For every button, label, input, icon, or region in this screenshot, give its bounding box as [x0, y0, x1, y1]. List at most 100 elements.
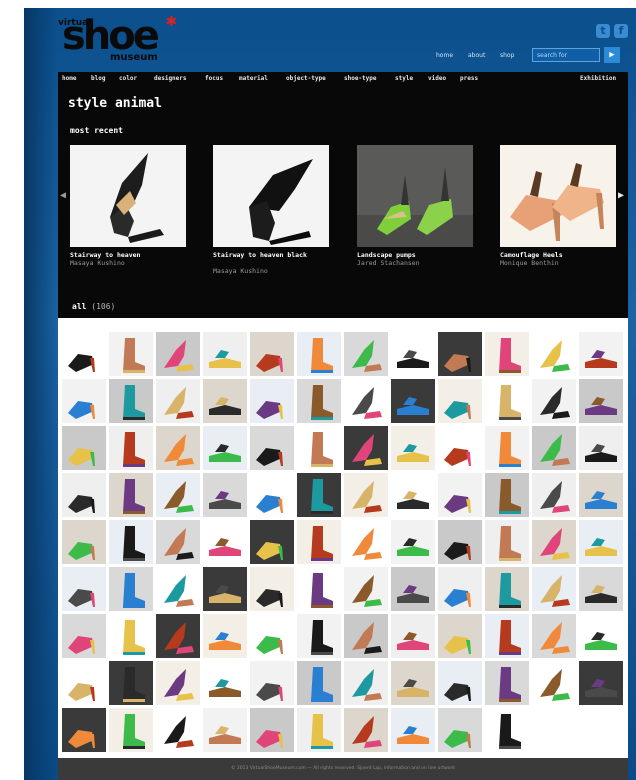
grid-thumbnail[interactable] — [297, 567, 341, 611]
nav-item-object-type[interactable]: object-type — [286, 75, 326, 82]
nav-item-blog[interactable]: blog — [91, 75, 105, 82]
grid-thumbnail[interactable] — [156, 332, 200, 376]
grid-thumbnail[interactable] — [485, 379, 529, 423]
grid-thumbnail[interactable] — [485, 567, 529, 611]
grid-thumbnail[interactable] — [250, 379, 294, 423]
featured-designer[interactable]: Masaya Kushino — [213, 268, 268, 275]
nav-item-press[interactable]: press — [460, 75, 478, 82]
grid-thumbnail[interactable] — [297, 332, 341, 376]
grid-thumbnail[interactable] — [109, 708, 153, 752]
grid-thumbnail[interactable] — [62, 473, 106, 517]
grid-thumbnail[interactable] — [391, 473, 435, 517]
grid-thumbnail[interactable] — [156, 520, 200, 564]
grid-thumbnail[interactable] — [344, 661, 388, 705]
grid-thumbnail[interactable] — [344, 332, 388, 376]
grid-thumbnail[interactable] — [203, 661, 247, 705]
grid-thumbnail[interactable] — [109, 520, 153, 564]
grid-thumbnail[interactable] — [109, 473, 153, 517]
grid-thumbnail[interactable] — [532, 567, 576, 611]
grid-thumbnail[interactable] — [297, 614, 341, 658]
featured-title[interactable]: Camouflage Heels — [500, 252, 563, 259]
grid-thumbnail[interactable] — [344, 614, 388, 658]
carousel-prev-icon[interactable]: ◀ — [60, 190, 66, 201]
grid-thumbnail[interactable] — [344, 567, 388, 611]
nav-item-exhibition[interactable]: Exhibition — [580, 75, 616, 82]
nav-item-home[interactable]: home — [62, 75, 76, 82]
grid-thumbnail[interactable] — [438, 473, 482, 517]
grid-thumbnail[interactable] — [297, 661, 341, 705]
grid-thumbnail[interactable] — [250, 614, 294, 658]
grid-thumbnail[interactable] — [109, 567, 153, 611]
grid-thumbnail[interactable] — [250, 661, 294, 705]
nav-item-designers[interactable]: designers — [154, 75, 187, 82]
grid-thumbnail[interactable] — [203, 473, 247, 517]
grid-thumbnail[interactable] — [250, 708, 294, 752]
top-link-about[interactable]: about — [468, 52, 485, 59]
grid-thumbnail[interactable] — [109, 661, 153, 705]
grid-thumbnail[interactable] — [156, 708, 200, 752]
grid-thumbnail[interactable] — [344, 379, 388, 423]
top-link-home[interactable]: home — [436, 52, 453, 59]
grid-thumbnail[interactable] — [156, 426, 200, 470]
grid-thumbnail[interactable] — [438, 332, 482, 376]
grid-thumbnail[interactable] — [344, 473, 388, 517]
grid-thumbnail[interactable] — [438, 708, 482, 752]
grid-thumbnail[interactable] — [485, 426, 529, 470]
grid-thumbnail[interactable] — [297, 426, 341, 470]
grid-thumbnail[interactable] — [391, 379, 435, 423]
top-link-shop[interactable]: shop — [500, 52, 514, 59]
grid-thumbnail[interactable] — [344, 708, 388, 752]
grid-thumbnail[interactable] — [297, 520, 341, 564]
grid-thumbnail[interactable] — [62, 708, 106, 752]
nav-item-video[interactable]: video — [428, 75, 446, 82]
grid-thumbnail[interactable] — [438, 379, 482, 423]
grid-thumbnail[interactable] — [203, 379, 247, 423]
grid-thumbnail[interactable] — [391, 426, 435, 470]
grid-thumbnail[interactable] — [532, 473, 576, 517]
grid-thumbnail[interactable] — [579, 426, 623, 470]
grid-thumbnail[interactable] — [203, 426, 247, 470]
featured-image[interactable] — [357, 145, 473, 247]
search-button[interactable]: ▶ — [604, 47, 620, 63]
grid-thumbnail[interactable] — [109, 614, 153, 658]
featured-title[interactable]: Stairway to heaven — [70, 252, 140, 259]
site-logo[interactable]: virtual shoe museum ✱ — [58, 10, 186, 72]
grid-thumbnail[interactable] — [485, 520, 529, 564]
grid-thumbnail[interactable] — [250, 426, 294, 470]
grid-thumbnail[interactable] — [344, 426, 388, 470]
grid-thumbnail[interactable] — [203, 567, 247, 611]
featured-item[interactable]: Stairway to heaven Masaya Kushino — [70, 145, 186, 267]
grid-thumbnail[interactable] — [62, 426, 106, 470]
grid-thumbnail[interactable] — [438, 614, 482, 658]
grid-thumbnail[interactable] — [297, 473, 341, 517]
grid-thumbnail[interactable] — [109, 379, 153, 423]
nav-item-color[interactable]: color — [119, 75, 137, 82]
grid-thumbnail[interactable] — [532, 379, 576, 423]
grid-thumbnail[interactable] — [391, 332, 435, 376]
carousel-next-icon[interactable]: ▶ — [618, 190, 624, 201]
featured-title[interactable]: Landscape pumps — [357, 252, 416, 259]
grid-thumbnail[interactable] — [156, 567, 200, 611]
grid-thumbnail[interactable] — [109, 332, 153, 376]
grid-thumbnail[interactable] — [62, 520, 106, 564]
grid-thumbnail[interactable] — [391, 567, 435, 611]
grid-thumbnail[interactable] — [250, 567, 294, 611]
grid-thumbnail[interactable] — [532, 520, 576, 564]
grid-thumbnail[interactable] — [203, 520, 247, 564]
grid-thumbnail[interactable] — [391, 614, 435, 658]
grid-thumbnail[interactable] — [62, 661, 106, 705]
grid-thumbnail[interactable] — [485, 473, 529, 517]
featured-item[interactable]: Camouflage Heels Monique Benthin — [500, 145, 616, 267]
grid-thumbnail[interactable] — [579, 567, 623, 611]
grid-thumbnail[interactable] — [62, 332, 106, 376]
twitter-icon[interactable]: t — [596, 24, 610, 38]
grid-thumbnail[interactable] — [391, 708, 435, 752]
grid-thumbnail[interactable] — [579, 379, 623, 423]
grid-thumbnail[interactable] — [532, 426, 576, 470]
grid-thumbnail[interactable] — [297, 708, 341, 752]
featured-image[interactable] — [500, 145, 616, 247]
grid-thumbnail[interactable] — [485, 614, 529, 658]
grid-thumbnail[interactable] — [438, 567, 482, 611]
grid-thumbnail[interactable] — [250, 473, 294, 517]
grid-thumbnail[interactable] — [485, 661, 529, 705]
